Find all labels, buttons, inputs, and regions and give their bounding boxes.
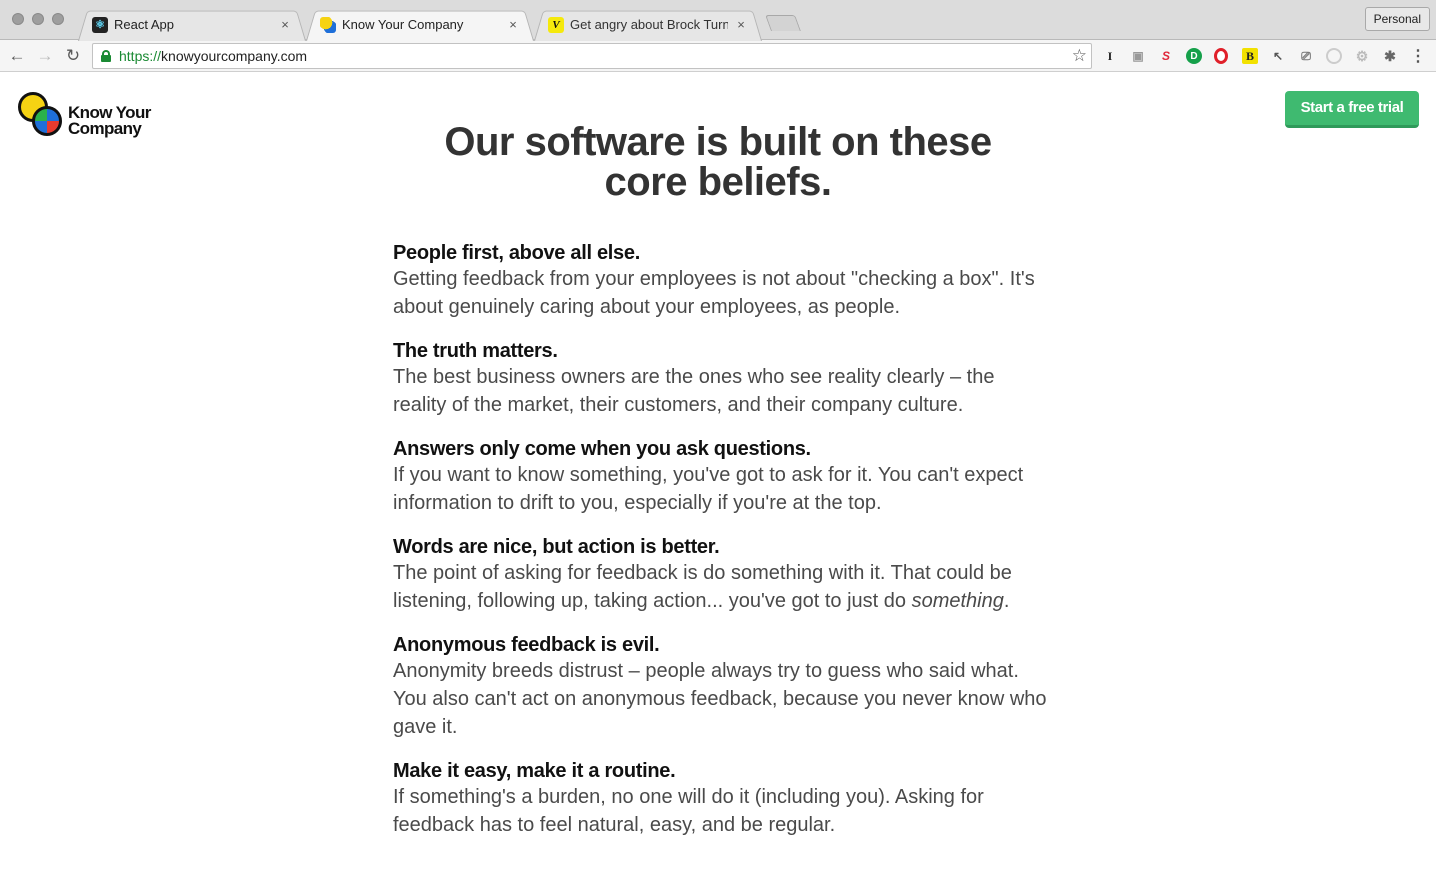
belief-body: If you want to know something, you've go…	[393, 464, 1024, 514]
react-icon: ⚛	[92, 16, 108, 33]
reload-icon[interactable]: ↻	[62, 45, 84, 67]
picker-icon[interactable]: ↖	[1270, 48, 1286, 64]
tab-close-icon[interactable]: ×	[278, 17, 292, 32]
tab-close-icon[interactable]: ×	[506, 17, 520, 32]
menu-icon[interactable]: ⋮	[1410, 48, 1426, 65]
kyc-icon	[320, 16, 336, 33]
page-title-line-2: core beliefs.	[604, 160, 832, 204]
window-minimize-icon[interactable]	[32, 13, 44, 25]
belief-title: Make it easy, make it a routine.	[393, 760, 676, 782]
circle-icon[interactable]	[1326, 48, 1342, 64]
tab-title: Get angry about Brock Turner'	[570, 17, 728, 32]
belief-item: Anonymous feedback is evil. Anonymity br…	[393, 633, 1053, 741]
belief-title: People first, above all else.	[393, 242, 640, 264]
belief-title: The truth matters.	[393, 340, 558, 362]
belief-item: Answers only come when you ask questions…	[393, 437, 1053, 517]
window-zoom-icon[interactable]	[52, 13, 64, 25]
address-bar[interactable]: https:// knowyourcompany.com ☆	[92, 43, 1092, 69]
belief-body-end: .	[1003, 590, 1010, 612]
belief-item: Make it easy, make it a routine. If some…	[393, 759, 1053, 839]
belief-body-emphasis: something	[911, 590, 1004, 612]
tab-strip: ⚛ React App × Know Your Company × V Get …	[0, 0, 1436, 40]
camera-icon[interactable]: ▣	[1130, 48, 1146, 64]
back-arrow-icon[interactable]: ←	[6, 45, 28, 67]
instapaper-icon[interactable]: I	[1102, 48, 1118, 64]
cast-icon[interactable]: ⎚	[1298, 48, 1314, 64]
bookmarklet-b-icon[interactable]: B	[1242, 48, 1258, 64]
logo-chart-icon	[32, 106, 62, 136]
logo-line-2: Company	[68, 119, 142, 138]
stumbleupon-icon[interactable]: S	[1158, 48, 1174, 64]
belief-body: Anonymity breeds distrust – people alway…	[393, 660, 1047, 738]
browser-toolbar: ← → ↻ https:// knowyourcompany.com ☆ I ▣…	[0, 40, 1436, 72]
belief-body: If something's a burden, no one will do …	[393, 786, 984, 836]
tab-close-icon[interactable]: ×	[734, 17, 748, 32]
tab-react-app[interactable]: ⚛ React App ×	[78, 8, 306, 41]
logo[interactable]: Know Your Company	[18, 92, 158, 138]
grammarly-icon[interactable]: D	[1186, 48, 1202, 64]
vox-icon: V	[548, 16, 564, 33]
beliefs-list: People first, above all else. Getting fe…	[393, 241, 1053, 857]
page-title: Our software is built on these core beli…	[418, 122, 1018, 202]
logo-wordmark: Know Your Company	[68, 104, 151, 138]
belief-body: Getting feedback from your employees is …	[393, 268, 1035, 318]
tab-know-your-company[interactable]: Know Your Company ×	[306, 8, 534, 41]
tab-title: Know Your Company	[342, 17, 464, 32]
belief-title: Anonymous feedback is evil.	[393, 634, 660, 656]
belief-item: The truth matters. The best business own…	[393, 339, 1053, 419]
belief-body: The point of asking for feedback is do s…	[393, 559, 1053, 615]
belief-item: Words are nice, but action is better. Th…	[393, 535, 1053, 615]
belief-title: Words are nice, but action is better.	[393, 536, 720, 558]
window-close-icon[interactable]	[12, 13, 24, 25]
profile-button[interactable]: Personal	[1364, 7, 1430, 31]
gear-icon[interactable]: ⚙	[1354, 48, 1370, 64]
tab-title: React App	[114, 17, 174, 32]
belief-body: The best business owners are the ones wh…	[393, 366, 995, 416]
bookmark-star-icon[interactable]: ☆	[1072, 46, 1087, 66]
tab-brock-turner[interactable]: V Get angry about Brock Turner' ×	[534, 8, 762, 41]
url-host: knowyourcompany.com	[161, 48, 308, 64]
url-scheme: https://	[119, 48, 162, 64]
belief-title: Answers only come when you ask questions…	[393, 438, 811, 460]
new-tab-button[interactable]	[765, 15, 801, 31]
start-trial-button[interactable]: Start a free trial	[1285, 91, 1419, 128]
opera-icon[interactable]	[1214, 48, 1228, 64]
belief-item: People first, above all else. Getting fe…	[393, 241, 1053, 321]
bug-icon[interactable]: ✱	[1382, 48, 1398, 64]
forward-arrow-icon[interactable]: →	[34, 45, 56, 67]
page-title-line-1: Our software is built on these	[444, 120, 992, 164]
lock-icon	[101, 50, 111, 62]
